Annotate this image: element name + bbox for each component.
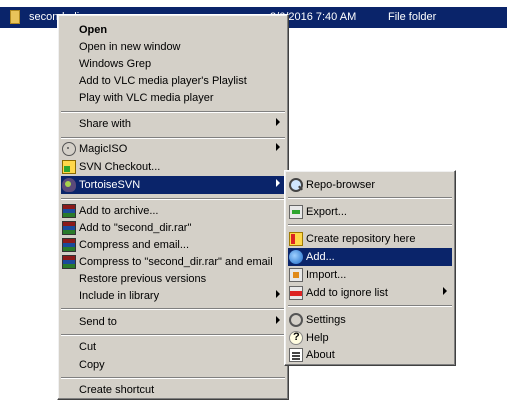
import-icon (289, 268, 303, 282)
menu-item-restore-previous[interactable]: Restore previous versions (61, 270, 285, 288)
submenu-arrow-icon (276, 143, 280, 151)
menu-item-label: TortoiseSVN (79, 179, 141, 191)
menu-item-label: Import... (306, 269, 347, 281)
menu-separator (61, 198, 285, 200)
menu-item-add-to-archive[interactable]: Add to archive... (61, 202, 285, 220)
menu-item-label: Create shortcut (79, 384, 155, 396)
submenu-arrow-icon (276, 316, 280, 324)
menu-item-label: Add... (306, 251, 335, 263)
menu-item-label: Add to "second_dir.rar" (79, 222, 192, 234)
menu-item-label: About (306, 349, 335, 361)
tortoisesvn-icon (62, 178, 76, 192)
submenu-arrow-icon (276, 118, 280, 126)
help-icon (289, 331, 303, 345)
menu-item-open-new-window[interactable]: Open in new window (61, 38, 285, 56)
winrar-icon (62, 238, 76, 252)
submenu-item-add-ignore[interactable]: Add to ignore list (288, 284, 452, 302)
menu-item-label: Include in library (79, 290, 160, 302)
menu-separator (288, 224, 452, 226)
menu-separator (288, 305, 452, 307)
menu-item-label: Open in new window (79, 41, 181, 53)
menu-item-label: SVN Checkout... (79, 161, 161, 173)
menu-separator (288, 197, 452, 199)
magiciso-icon (62, 142, 76, 156)
menu-item-include-library[interactable]: Include in library (61, 287, 285, 305)
winrar-icon (62, 204, 76, 218)
menu-item-label: Add to ignore list (306, 287, 388, 299)
menu-separator (61, 377, 285, 379)
settings-icon (289, 313, 303, 327)
submenu-item-help[interactable]: Help (288, 329, 452, 347)
menu-item-copy[interactable]: Copy (61, 356, 285, 374)
menu-item-label: MagicISO (79, 143, 128, 155)
menu-item-share-with[interactable]: Share with (61, 115, 285, 133)
menu-separator (61, 137, 285, 139)
menu-item-svn-checkout[interactable]: SVN Checkout... (61, 158, 285, 176)
menu-item-label: Add to VLC media player's Playlist (79, 75, 247, 87)
menu-item-send-to[interactable]: Send to (61, 313, 285, 331)
menu-item-label: Copy (79, 359, 105, 371)
context-menu: Open Open in new window Windows Grep Add… (57, 14, 289, 400)
menu-item-label: Settings (306, 314, 346, 326)
menu-item-windows-grep[interactable]: Windows Grep (61, 55, 285, 73)
menu-item-label: Export... (306, 206, 347, 218)
menu-item-label: Compress and email... (79, 239, 190, 251)
export-icon (289, 205, 303, 219)
menu-item-add-vlc-playlist[interactable]: Add to VLC media player's Playlist (61, 72, 285, 90)
menu-item-open[interactable]: Open (61, 21, 285, 39)
submenu-arrow-icon (443, 287, 447, 295)
menu-item-label: Compress to "second_dir.rar" and email (79, 256, 273, 268)
menu-item-label: Repo-browser (306, 179, 376, 191)
submenu-item-export[interactable]: Export... (288, 203, 452, 221)
file-type: File folder (388, 11, 437, 23)
menu-separator (61, 111, 285, 113)
menu-item-label: Windows Grep (79, 58, 152, 70)
about-icon (289, 348, 303, 362)
menu-separator (61, 334, 285, 336)
submenu-item-import[interactable]: Import... (288, 266, 452, 284)
menu-item-label: Play with VLC media player (79, 92, 214, 104)
submenu-item-about[interactable]: About (288, 346, 452, 364)
menu-item-compress-email[interactable]: Compress and email... (61, 236, 285, 254)
winrar-icon (62, 255, 76, 269)
submenu-item-repo-browser[interactable]: Repo-browser (288, 176, 452, 194)
menu-item-label: Open (79, 24, 108, 36)
submenu-arrow-icon (276, 179, 280, 187)
folder-icon (10, 10, 20, 24)
winrar-icon (62, 221, 76, 235)
ignore-list-icon (289, 286, 303, 300)
submenu-item-add[interactable]: Add... (288, 248, 452, 266)
menu-item-label: Send to (79, 316, 117, 328)
create-repository-icon (289, 232, 303, 246)
menu-item-label: Add to archive... (79, 205, 159, 217)
menu-item-cut[interactable]: Cut (61, 338, 285, 356)
menu-item-label: Create repository here (306, 233, 416, 245)
menu-item-add-to-rar[interactable]: Add to "second_dir.rar" (61, 219, 285, 237)
menu-item-label: Restore previous versions (79, 273, 207, 285)
submenu-item-create-repo[interactable]: Create repository here (288, 230, 452, 248)
submenu-arrow-icon (276, 290, 280, 298)
svn-checkout-icon (62, 160, 76, 174)
menu-item-create-shortcut[interactable]: Create shortcut (61, 381, 285, 399)
menu-item-label: Cut (79, 341, 97, 353)
submenu-item-settings[interactable]: Settings (288, 311, 452, 329)
menu-item-compress-rar-email[interactable]: Compress to "second_dir.rar" and email (61, 253, 285, 271)
tortoisesvn-submenu: Repo-browser Export... Create repository… (284, 170, 456, 366)
menu-item-label: Share with (79, 118, 131, 130)
menu-item-magiciso[interactable]: MagicISO (61, 140, 285, 158)
magnifier-icon (289, 178, 303, 192)
menu-item-play-vlc[interactable]: Play with VLC media player (61, 89, 285, 107)
add-icon (289, 250, 303, 264)
menu-separator (61, 308, 285, 310)
menu-item-label: Help (306, 332, 329, 344)
menu-item-tortoisesvn[interactable]: TortoiseSVN (61, 176, 285, 194)
